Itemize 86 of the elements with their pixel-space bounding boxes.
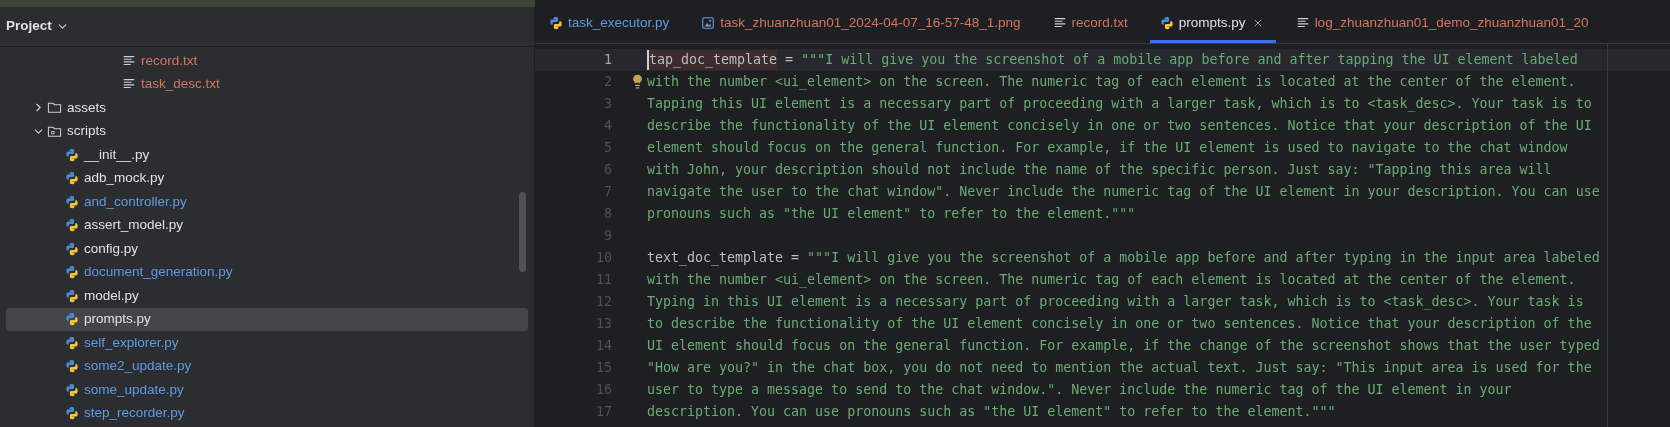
- file-name: assert_model.py: [84, 216, 184, 235]
- file-name: self_explorer.py: [84, 333, 179, 352]
- string-literal: """I will give you the screenshot of a mobile app before and after tapping the UI element labeled: [801, 51, 1578, 70]
- python-icon: [65, 147, 79, 162]
- tree-item[interactable]: task_desc.txt: [6, 72, 528, 96]
- text-file-icon: [1052, 16, 1067, 30]
- editor-tab[interactable]: prompts.py: [1149, 6, 1276, 43]
- string-literal: describe the functionality of the UI element concisely in one or two sentences. Notice that your description of the UI: [647, 117, 1592, 136]
- tree-item[interactable]: self_explorer.py: [6, 331, 528, 355]
- file-name: some2_update.py: [84, 357, 192, 376]
- editor-tab[interactable]: log_zhuanzhuan01_demo_zhuanzhuan01_20: [1285, 6, 1601, 43]
- text-file-icon: [1295, 16, 1310, 30]
- python-icon: [65, 171, 79, 186]
- text-file-icon: [122, 53, 136, 68]
- string-literal: description. You can use pronouns such as "the UI element" to refer to the element.""": [647, 403, 1336, 422]
- tab-label: log_zhuanzhuan01_demo_zhuanzhuan01_20: [1314, 13, 1589, 32]
- tab-label: task_executor.py: [568, 13, 670, 32]
- file-name: model.py: [84, 286, 139, 305]
- python-icon: [549, 16, 563, 30]
- string-literal: Tapping this UI element is a necessary part of proceeding with a larger task, which is to <task_desc>. Your task is to: [647, 95, 1592, 114]
- file-name: step_recorder.py: [84, 404, 185, 423]
- string-literal: "How are you?" in the chat box, you do not need to mention the actual text. Just say: "This input area is used for the: [647, 359, 1592, 378]
- file-name: document_generation.py: [84, 263, 233, 282]
- tree-item[interactable]: __init__.py: [6, 143, 528, 167]
- python-icon: [65, 312, 79, 327]
- variable-name: text_doc_template: [647, 249, 784, 268]
- python-icon: [65, 335, 79, 350]
- operator: =: [785, 51, 794, 70]
- panel-title[interactable]: Project: [6, 16, 52, 37]
- python-icon: [65, 265, 79, 280]
- tree-item[interactable]: adb_mock.py: [6, 166, 528, 190]
- string-literal: Typing in this UI element is a necessary part of proceeding with a larger task, which is to <task_desc>. Your task is: [647, 293, 1584, 312]
- operator: =: [791, 249, 800, 268]
- string-literal: element should focus on the general function. For example, if the UI element is used to navigate to the chat window: [647, 139, 1568, 158]
- string-literal: pronouns such as "the UI element" to refer to the element.""": [647, 205, 1136, 224]
- tree-item[interactable]: document_generation.py: [6, 260, 528, 284]
- editor-tab[interactable]: task_zhuanzhuan01_2024-04-07_16-57-48_1.png: [691, 6, 1033, 43]
- string-literal: UI element should focus on the general function. For example, if the change of the screenshot shows that the user typed: [647, 337, 1600, 356]
- tab-label: record.txt: [1071, 13, 1128, 32]
- tab-label: prompts.py: [1178, 13, 1246, 32]
- tree-item[interactable]: and_controller.py: [6, 190, 528, 214]
- folder-icon: [47, 100, 62, 116]
- lightbulb-icon[interactable]: [630, 74, 645, 89]
- string-literal: to describe the functionality of the UI element concisely in one or two sentences. Notice that your description of the: [647, 315, 1592, 334]
- variable-name: tap_doc_template: [647, 50, 778, 70]
- file-name: adb_mock.py: [84, 169, 165, 188]
- tree-item[interactable]: step_recorder.py: [6, 401, 528, 425]
- tree-item[interactable]: assets: [6, 96, 528, 120]
- file-name: and_controller.py: [84, 192, 187, 211]
- tree-item[interactable]: model.py: [6, 284, 528, 308]
- file-name: record.txt: [141, 51, 198, 70]
- file-name: __init__.py: [84, 145, 150, 164]
- python-icon: [65, 194, 79, 209]
- file-name: prompts.py: [84, 310, 151, 329]
- string-literal: user to type a message to send to the chat window.". Never include the numeric tag of the UI element in your: [647, 381, 1512, 400]
- editor-tab[interactable]: record.txt: [1042, 6, 1140, 43]
- python-icon: [65, 406, 79, 421]
- tree-item[interactable]: assert_model.py: [6, 213, 528, 237]
- python-icon: [65, 359, 79, 374]
- editor-tab[interactable]: task_executor.py: [539, 6, 682, 43]
- string-literal: with John, your description should not include the name of the specific person. Just say: "Tapping this area will: [647, 161, 1552, 180]
- python-icon: [65, 241, 79, 256]
- tree-item[interactable]: config.py: [6, 237, 528, 261]
- image-file-icon: [701, 16, 716, 30]
- string-literal: with the number <ui_element> on the screen. The numeric tag of each element is located at the center of the element.: [647, 73, 1576, 92]
- tree-item[interactable]: some2_update.py: [6, 354, 528, 378]
- python-icon: [65, 382, 79, 397]
- python-icon: [65, 288, 79, 303]
- tree-item[interactable]: some_update.py: [6, 378, 528, 402]
- tree-item[interactable]: record.txt: [6, 49, 528, 73]
- string-literal: with the number <ui_element> on the screen. The numeric tag of each element is located at the center of the element.: [647, 271, 1576, 290]
- tree-item[interactable]: scripts: [6, 119, 528, 143]
- folder-name: scripts: [67, 122, 106, 141]
- folder-name: assets: [67, 98, 107, 117]
- file-name: config.py: [84, 239, 139, 258]
- python-icon: [65, 218, 79, 233]
- string-literal: """I will give you the screenshot of a mobile app before and after typing in the input area labeled: [807, 249, 1600, 268]
- code-editor[interactable]: [535, 44, 1670, 427]
- tab-label: task_zhuanzhuan01_2024-04-07_16-57-48_1.png: [720, 13, 1021, 32]
- string-literal: navigate the user to the chat window". Never include the numeric tag of the UI element in your description. You can use: [647, 183, 1600, 202]
- python-icon: [1159, 16, 1174, 30]
- line-number: 1: [603, 51, 612, 70]
- file-name: some_update.py: [84, 380, 184, 399]
- file-name: task_desc.txt: [141, 75, 220, 94]
- tree-item[interactable]: prompts.py: [6, 307, 528, 331]
- scrollbar[interactable]: [519, 192, 526, 272]
